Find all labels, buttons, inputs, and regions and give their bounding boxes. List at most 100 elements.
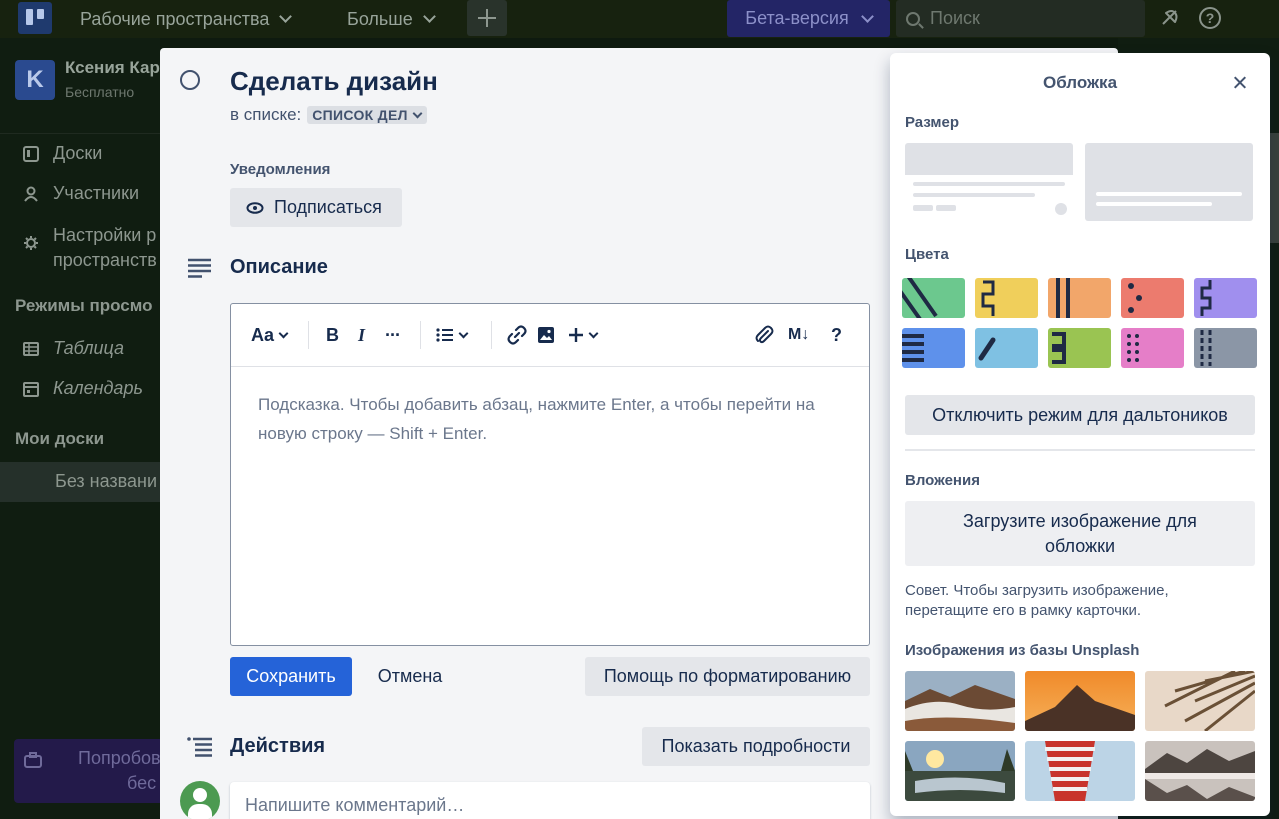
workspace-header[interactable]: K Ксения Кар Бесплатно [0,58,160,134]
subscribe-button[interactable]: Подписаться [230,188,402,227]
unsplash-photo-snowy-mountains[interactable] [905,671,1015,731]
unsplash-label: Изображения из базы Unsplash [905,642,1140,659]
sidebar-item-members[interactable]: Участники [0,183,160,204]
workspaces-menu[interactable]: Рабочие пространства [80,6,293,32]
table-icon [23,342,39,356]
upload-tip: Совет. Чтобы загрузить изображение, пере… [905,582,1169,619]
sidebar-item-label: Участники [53,183,139,203]
views-section-title: Режимы просмо [15,296,153,315]
editor-placeholder: Подсказка. Чтобы добавить абзац, нажмите… [258,395,815,443]
text-style-label: Aa [251,324,275,345]
unsplash-photo-red-building[interactable] [1025,741,1135,801]
chevron-down-icon [279,10,293,23]
workspaces-menu-label: Рабочие пространства [80,8,270,29]
colorblind-mode-button[interactable]: Отключить режим для дальтоников [905,395,1255,435]
cover-size-option-header[interactable] [905,143,1073,221]
more-menu-label: Больше [347,8,413,29]
comment-input[interactable] [230,782,870,819]
image-button[interactable] [537,323,555,347]
card-list-info: в списке: СПИСОК ДЕЛ [230,105,427,125]
color-swatch[interactable] [902,328,965,368]
subscribe-label: Подписаться [274,197,382,217]
list-dropdown[interactable] [436,323,469,347]
image-icon [538,327,554,343]
color-swatch[interactable] [1048,278,1111,318]
sidebar-item-settings[interactable]: Настройки р пространств [0,223,160,273]
activity-title: Действия [230,735,326,757]
board-scroll-area [1270,133,1279,243]
workspace-avatar: K [15,60,55,100]
sidebar-item-calendar[interactable]: Календарь [0,378,160,399]
beta-version-button[interactable]: Бета-версия [727,0,890,37]
cancel-button[interactable]: Отмена [365,657,455,696]
card-complete-checkbox[interactable] [180,70,200,90]
editor-help-button[interactable]: ? [831,323,842,347]
list-name: СПИСОК ДЕЛ [312,107,408,123]
workspace-name: Ксения Кар [65,58,160,77]
help-icon[interactable]: ? [1199,7,1221,29]
description-icon [188,258,211,278]
sidebar-item-label: пространств [53,250,157,270]
sidebar-item-label: Доски [53,143,103,163]
upload-cover-button[interactable]: Загрузите изображение для обложки [905,501,1255,566]
toolbar-divider [420,321,421,349]
more-menu[interactable]: Больше [347,6,436,32]
chevron-down-icon [422,10,436,23]
attachment-button[interactable] [754,323,774,347]
color-swatch[interactable] [1194,278,1257,318]
divider [905,449,1255,451]
members-icon [24,186,38,202]
eye-icon [246,201,264,214]
toolbar-divider [308,321,309,349]
color-swatch[interactable] [1121,278,1184,318]
chevron-down-icon [458,328,469,338]
color-swatch[interactable] [1048,328,1111,368]
try-premium-line2: бес [127,773,157,793]
list-selector[interactable]: СПИСОК ДЕЛ [307,106,427,124]
close-icon[interactable] [1230,73,1250,93]
calendar-icon [23,382,39,397]
show-details-button[interactable]: Показать подробности [642,727,870,766]
formatting-help-button[interactable]: Помощь по форматированию [585,657,870,696]
color-swatch[interactable] [975,278,1038,318]
sidebar-item-boards[interactable]: Доски [0,143,160,164]
italic-button[interactable]: I [358,323,365,347]
more-formatting-button[interactable]: ··· [385,323,401,347]
cover-size-option-full[interactable] [1085,143,1253,221]
text-style-dropdown[interactable]: Aa [251,323,289,347]
color-swatch[interactable] [902,278,965,318]
chevron-down-icon [278,328,289,338]
search-box[interactable]: Поиск [896,0,1145,37]
in-list-label: в списке: [230,105,302,124]
briefcase-icon [24,752,42,768]
activity-icon [187,737,212,757]
notifications-bell-icon[interactable] [1158,6,1182,30]
sidebar: K Ксения Кар Бесплатно Доски Участники Н… [0,38,160,819]
link-button[interactable] [507,323,527,347]
color-swatch[interactable] [975,328,1038,368]
description-editor[interactable]: Aa B I ··· M↓ ? Подсказка. Чтобы добавит… [230,303,870,646]
unsplash-photo-palm-leaves[interactable] [1145,671,1255,731]
workspace-plan: Бесплатно [65,84,135,100]
card-title[interactable]: Сделать дизайн [230,66,438,97]
markdown-toggle[interactable]: M↓ [788,323,809,347]
color-swatch[interactable] [1194,328,1257,368]
sidebar-board-untitled[interactable]: Без названи [0,471,160,492]
bold-icon: B [326,324,339,345]
unsplash-photo-sunset-peak[interactable] [1025,671,1135,731]
my-boards-section-title: Мои доски [15,429,105,448]
app-logo-icon[interactable] [18,2,52,34]
insert-dropdown[interactable] [568,323,599,347]
create-button[interactable] [467,0,507,36]
unsplash-photo-forest-lake[interactable] [905,741,1015,801]
boards-icon [23,146,39,162]
bold-button[interactable]: B [326,323,339,347]
avatar[interactable] [180,781,220,819]
save-button[interactable]: Сохранить [230,657,352,696]
try-premium-banner[interactable]: Попробов бес [14,739,160,803]
bullet-list-icon [436,328,453,342]
paperclip-icon [755,325,774,344]
color-swatch[interactable] [1121,328,1184,368]
unsplash-photo-mountain-lake[interactable] [1145,741,1255,801]
sidebar-item-table[interactable]: Таблица [0,338,160,359]
